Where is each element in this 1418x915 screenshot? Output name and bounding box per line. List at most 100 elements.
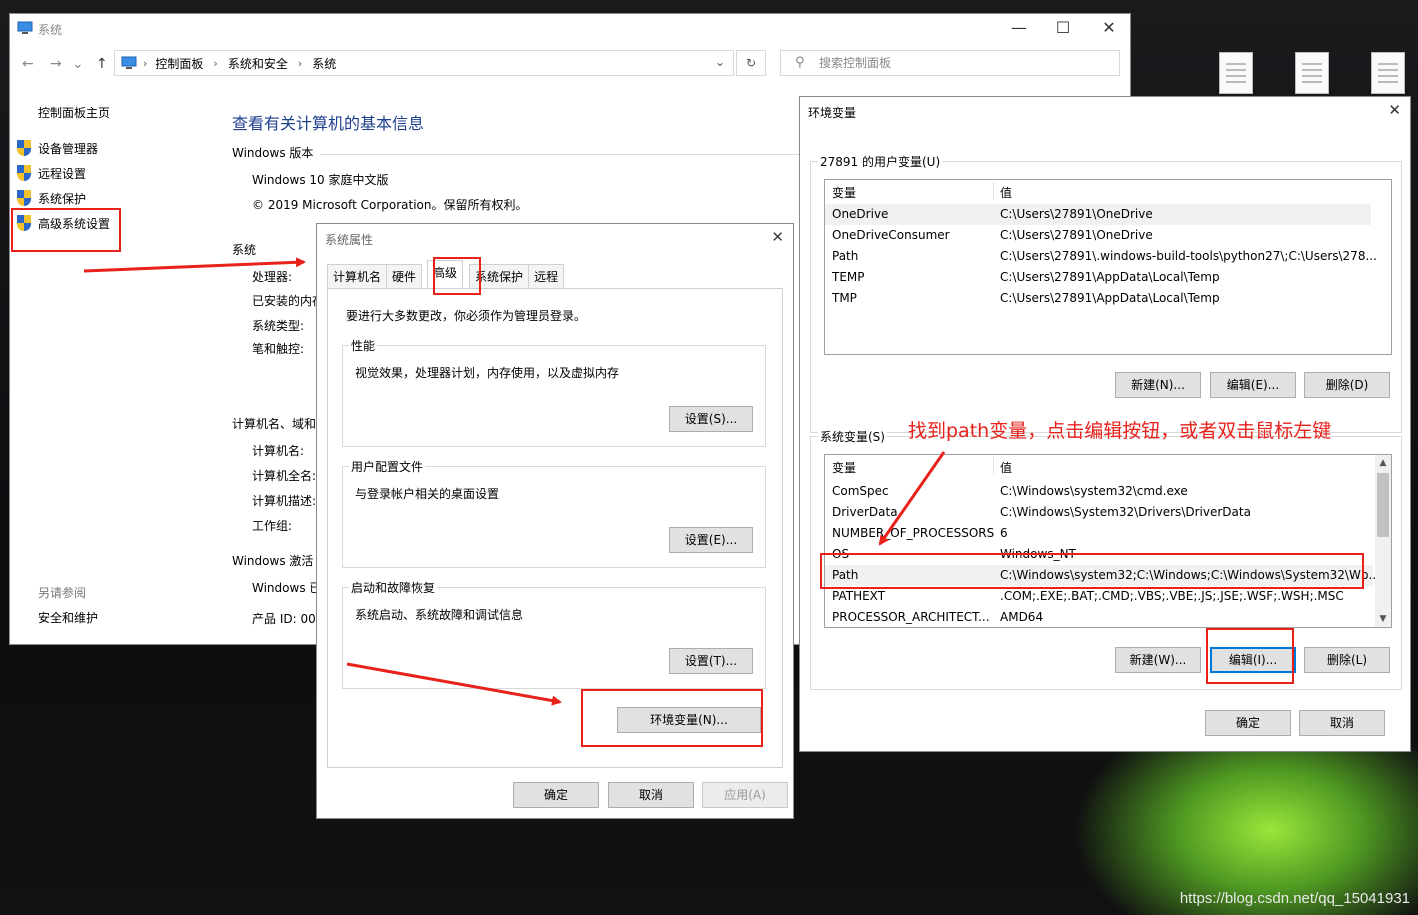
tab-remote[interactable]: 远程 <box>528 264 565 289</box>
user-profiles-group: 用户配置文件 与登录帐户相关的桌面设置 设置(E)... <box>342 458 766 568</box>
back-arrow-icon[interactable]: ← <box>22 56 34 72</box>
tab-hardware[interactable]: 硬件 <box>386 264 423 289</box>
page-title: 查看有关计算机的基本信息 <box>232 114 425 133</box>
address-dropdown-icon[interactable]: ⌄ <box>715 55 725 69</box>
windows-edition-header: Windows 版本 <box>232 146 314 160</box>
search-icon: ⚲ <box>795 55 805 70</box>
table-row[interactable]: OneDrive C:\Users\27891\OneDrive <box>825 204 1371 225</box>
column-header-value[interactable]: 值 <box>1000 459 1012 476</box>
highlight-advanced-tab <box>433 257 481 295</box>
product-id: 产品 ID: 00 <box>252 612 316 626</box>
search-input[interactable]: ⚲ 搜索控制面板 <box>780 50 1120 76</box>
column-header-variable[interactable]: 变量 <box>832 459 856 476</box>
scroll-up-icon[interactable]: ▲ <box>1375 455 1391 471</box>
profiles-title: 用户配置文件 <box>349 458 426 475</box>
breadcrumb-system[interactable]: 系统 <box>312 55 336 72</box>
table-row[interactable]: TMP C:\Users\27891\AppData\Local\Temp <box>825 288 1371 309</box>
annotation-text: 找到path变量，点击编辑按钮，或者双击鼠标左键 <box>908 420 1332 442</box>
apply-button[interactable]: 应用(A) <box>702 782 788 808</box>
edition-value: Windows 10 家庭中文版 <box>252 173 389 187</box>
table-row[interactable]: TEMP C:\Users\27891\AppData\Local\Temp <box>825 267 1371 288</box>
table-row[interactable]: DriverData C:\Windows\System32\Drivers\Dr… <box>825 502 1373 523</box>
system-vars-title: 系统变量(S) <box>818 428 887 445</box>
minimize-button[interactable]: — <box>996 18 1042 37</box>
table-row[interactable]: NUMBER_OF_PROCESSORS 6 <box>825 523 1373 544</box>
system-header: 系统 <box>232 243 257 257</box>
performance-settings-button[interactable]: 设置(S)... <box>669 406 753 432</box>
nav-device-manager[interactable]: 设备管理器 <box>38 140 98 157</box>
recent-chevron-icon[interactable]: ⌄ <box>72 56 84 72</box>
scroll-thumb[interactable] <box>1377 473 1389 537</box>
cancel-button[interactable]: 取消 <box>1299 710 1385 736</box>
system-vars-table[interactable]: 变量 值 ComSpec C:\Windows\system32\cmd.exe … <box>824 454 1392 628</box>
copyright-text: © 2019 Microsoft Corporation。保留所有权利。 <box>252 198 528 212</box>
breadcrumb-separator-icon: › <box>143 56 148 70</box>
scrollbar[interactable]: ▲ ▼ <box>1375 455 1391 627</box>
refresh-button[interactable]: ↻ <box>736 50 766 76</box>
watermark: https://blog.csdn.net/qq_15041931 <box>1179 890 1410 907</box>
desktop-file-icon[interactable] <box>1219 52 1253 94</box>
startup-title: 启动和故障恢复 <box>349 579 438 596</box>
table-row[interactable]: ComSpec C:\Windows\system32\cmd.exe <box>825 481 1373 502</box>
highlight-edit-button <box>1206 628 1294 684</box>
pen-touch-label: 笔和触控: <box>252 342 305 356</box>
table-row[interactable]: PROCESSOR_ARCHITECT... AMD64 <box>825 607 1373 627</box>
breadcrumb-control-panel[interactable]: 控制面板 <box>155 55 203 72</box>
user-vars-table[interactable]: 变量 值 OneDrive C:\Users\27891\OneDrive One… <box>824 179 1392 355</box>
table-row[interactable]: OneDriveConsumer C:\Users\27891\OneDrive <box>825 225 1371 246</box>
processor-label: 处理器: <box>252 270 293 284</box>
system-new-button[interactable]: 新建(W)... <box>1115 647 1201 673</box>
profiles-desc: 与登录帐户相关的桌面设置 <box>355 487 500 501</box>
user-delete-button[interactable]: 删除(D) <box>1304 372 1390 398</box>
ok-button[interactable]: 确定 <box>513 782 599 808</box>
user-edit-button[interactable]: 编辑(E)... <box>1210 372 1296 398</box>
address-row: ← → ⌄ ↑ › 控制面板 › 系统和安全 › 系统 ⌄ ↻ ⚲ 搜索控制面板 <box>10 48 1130 78</box>
up-arrow-icon[interactable]: ↑ <box>96 56 108 72</box>
workgroup-label: 工作组: <box>252 519 293 533</box>
breadcrumb-separator-icon: › <box>213 56 218 70</box>
nav-home-link[interactable]: 控制面板主页 <box>38 104 110 121</box>
table-row[interactable]: Path C:\Users\27891\.windows-build-tools\… <box>825 246 1377 267</box>
startup-recovery-group: 启动和故障恢复 系统启动、系统故障和调试信息 设置(T)... <box>342 579 766 689</box>
breadcrumb-separator-icon: › <box>297 56 303 70</box>
cancel-button[interactable]: 取消 <box>608 782 694 808</box>
startup-settings-button[interactable]: 设置(T)... <box>669 648 753 674</box>
scroll-down-icon[interactable]: ▼ <box>1375 611 1391 627</box>
nav-security-maintenance[interactable]: 安全和维护 <box>38 609 98 626</box>
desktop-file-icon[interactable] <box>1295 52 1329 94</box>
activation-status: Windows 已 <box>252 581 322 595</box>
desktop-file-icon[interactable] <box>1371 52 1405 94</box>
shield-icon <box>17 140 31 156</box>
close-icon[interactable]: ✕ <box>771 228 784 246</box>
profiles-settings-button[interactable]: 设置(E)... <box>669 527 753 553</box>
address-bar[interactable]: › 控制面板 › 系统和安全 › 系统 ⌄ <box>114 50 734 76</box>
table-row[interactable]: PATHEXT .COM;.EXE;.BAT;.CMD;.VBS;.VBE;.JS… <box>825 586 1373 607</box>
close-button[interactable]: ✕ <box>1086 18 1132 37</box>
table-header: 变量 值 <box>825 180 1391 202</box>
close-icon[interactable]: ✕ <box>1388 101 1401 119</box>
maximize-button[interactable]: ☐ <box>1040 18 1086 37</box>
user-vars-title: 27891 的用户变量(U) <box>818 153 943 170</box>
system-type-label: 系统类型: <box>252 319 305 333</box>
shield-icon <box>17 190 31 206</box>
column-header-value[interactable]: 值 <box>1000 184 1012 201</box>
nav-remote-settings[interactable]: 远程设置 <box>38 165 86 182</box>
title-bar[interactable]: 系统 <box>10 14 1130 44</box>
window-title: 系统 <box>38 22 63 37</box>
system-delete-button[interactable]: 删除(L) <box>1304 647 1390 673</box>
ok-button[interactable]: 确定 <box>1205 710 1291 736</box>
nav-system-protection[interactable]: 系统保护 <box>38 190 86 207</box>
memory-label: 已安装的内存 <box>252 294 325 308</box>
performance-title: 性能 <box>349 337 378 354</box>
shield-icon <box>17 165 31 181</box>
admin-note: 要进行大多数更改，你必须作为管理员登录。 <box>346 309 587 323</box>
highlight-env-button <box>581 689 763 747</box>
column-header-variable[interactable]: 变量 <box>832 184 856 201</box>
forward-arrow-icon[interactable]: → <box>50 56 62 72</box>
breadcrumb-security[interactable]: 系统和安全 <box>228 55 288 72</box>
user-new-button[interactable]: 新建(N)... <box>1115 372 1201 398</box>
highlight-path-row <box>820 553 1364 589</box>
computer-name-header: 计算机名、域和 <box>232 417 317 431</box>
tab-computer-name[interactable]: 计算机名 <box>327 264 388 289</box>
description-label: 计算机描述: <box>252 494 317 508</box>
